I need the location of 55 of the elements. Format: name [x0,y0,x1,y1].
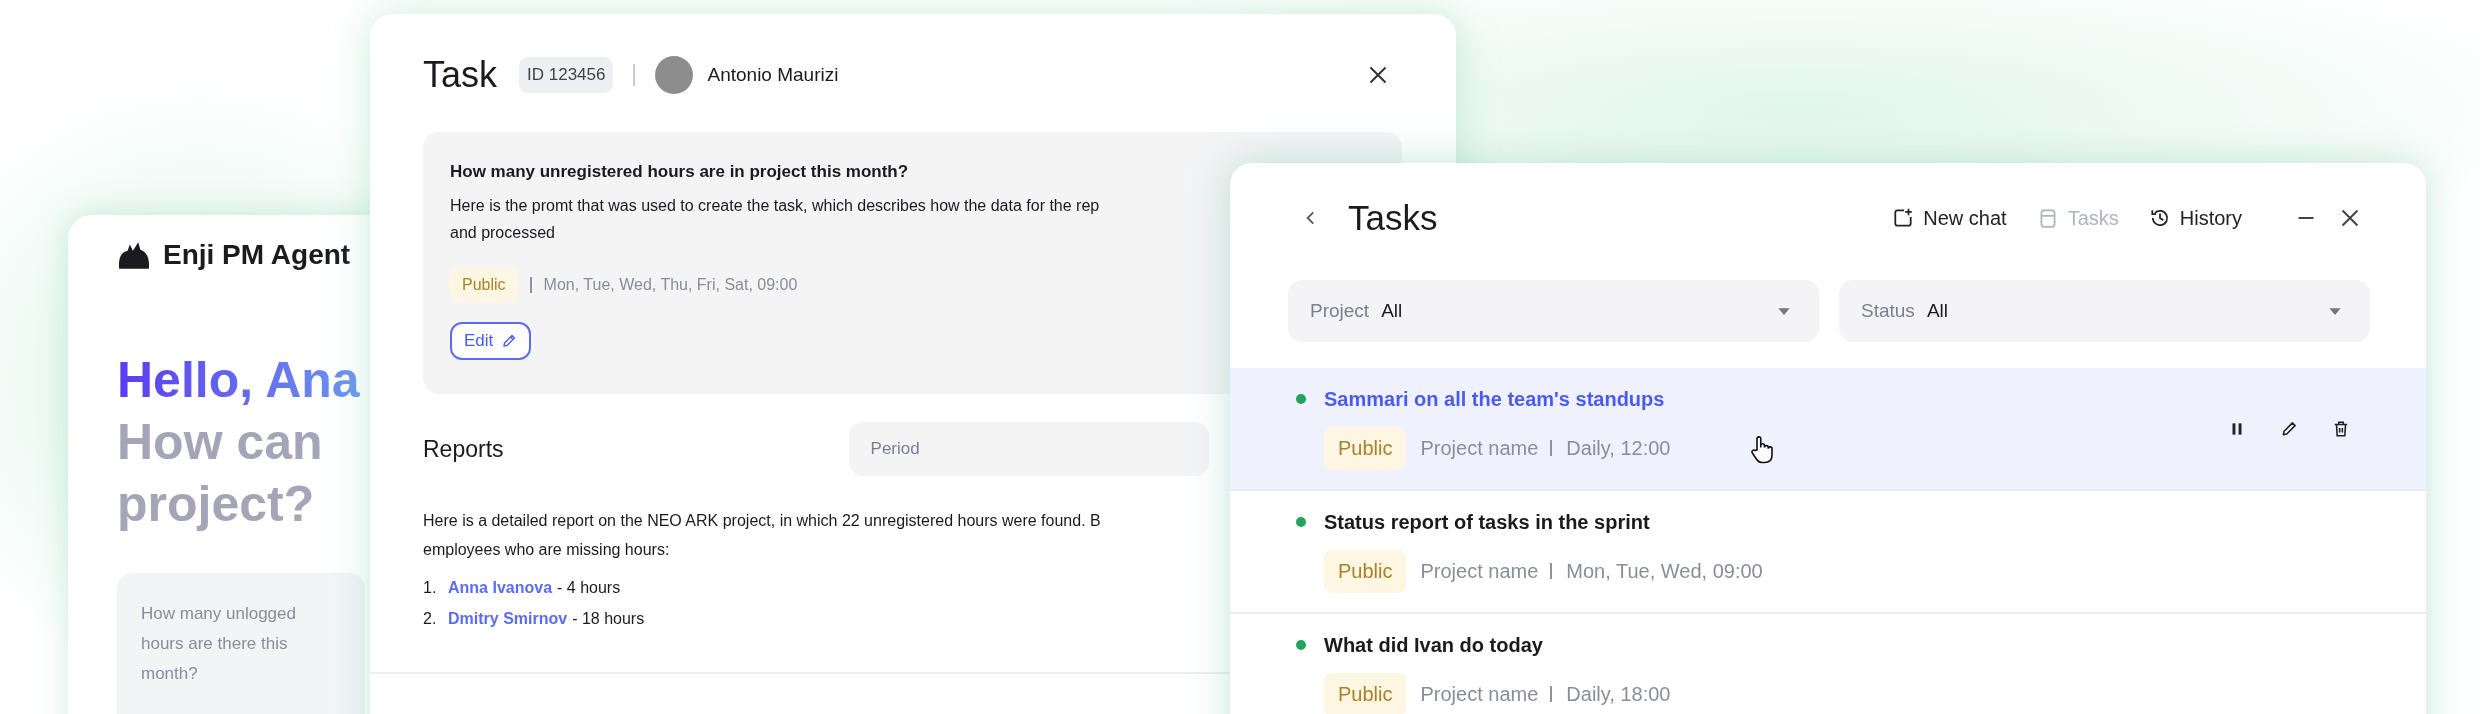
subtitle-heading: How can [117,413,323,472]
suggestion-text: How many unlogged hours are there this month? [141,603,297,685]
schedule-text: Daily, 18:00 [1566,682,1671,706]
task-row[interactable]: Sammari on all the team's standups Public Project name Daily, 12:00 [1230,368,2426,491]
close-icon[interactable] [2340,208,2360,228]
caret-icon [1777,306,1791,316]
visibility-tag: Public [450,268,518,302]
employee-link[interactable]: Dmitry Smirnov [448,603,568,634]
visibility-tag: Public [1324,426,1407,470]
prompt-description: Here is the promt that was used to create the task, which describes how the data for the rep and processed [450,196,1100,243]
section-title: Reports [423,435,504,463]
list-number: 1. [423,578,438,598]
caret-icon [2328,306,2342,316]
filter-dropdown[interactable]: Project All [1288,280,1819,342]
task-row[interactable]: Status report of tasks in the sprint Public Project name Mon, Tue, Wed, 09:00 [1230,491,2426,614]
window-title: Tasks [1348,198,1438,238]
task-title: What did Ivan do today [1324,633,1543,657]
prompt-question: How many unregistered hours are in project this month? [450,162,910,182]
filter-dropdown[interactable]: Status All [1839,280,2370,342]
edit-button[interactable]: Edit [450,322,532,360]
employee-link[interactable]: Anna Ivanova [448,572,553,603]
task-title: Sammari on all the team's standups [1324,387,1665,411]
task-title: Status report of tasks in the sprint [1324,510,1650,534]
project-name: Project name [1420,559,1539,583]
schedule-text: Daily, 12:00 [1566,436,1671,460]
avatar [655,56,694,94]
subtitle-heading: project? [117,475,315,534]
visibility-tag: Public [1324,549,1407,593]
list-number: 2. [423,609,438,629]
hours-text: - 18 hours [572,609,645,629]
project-name: Project name [1420,682,1539,706]
trash-icon[interactable] [2332,419,2350,438]
status-dot-icon [1296,517,1306,527]
toolbar-button[interactable]: New chat [1892,206,2007,230]
close-icon[interactable] [1368,65,1388,85]
schedule-text: Mon, Tue, Wed, 09:00 [1566,559,1763,583]
new-chat-icon [1892,207,1915,229]
project-name: Project name [1420,436,1539,460]
task-row[interactable]: What did Ivan do today Public Project name Daily, 18:00 [1230,614,2426,714]
status-dot-icon [1296,640,1306,650]
period-field[interactable]: Period [848,422,1209,476]
id-badge: ID 123456 [519,57,614,93]
report-text: Here is a detailed report on the NEO ARK project, in which 22 unregistered hours were found. B employees who are missing hours: [423,511,1101,560]
brand-name: Enji PM Agent [163,239,351,271]
assignee-name: Antonio Maurizi [707,64,839,86]
hours-text: - 4 hours [557,578,621,598]
window-title: Task [423,54,498,96]
visibility-tag: Public [1324,672,1407,714]
toolbar-button[interactable]: History [2148,206,2242,230]
pencil-icon[interactable] [2280,419,2298,438]
history-icon [2148,207,2171,229]
status-dot-icon [1296,394,1306,404]
pencil-icon [501,333,518,349]
schedule-text: Mon, Tue, Wed, Thu, Fri, Sat, 09:00 [543,276,798,294]
hand-cursor-icon [1749,434,1775,465]
